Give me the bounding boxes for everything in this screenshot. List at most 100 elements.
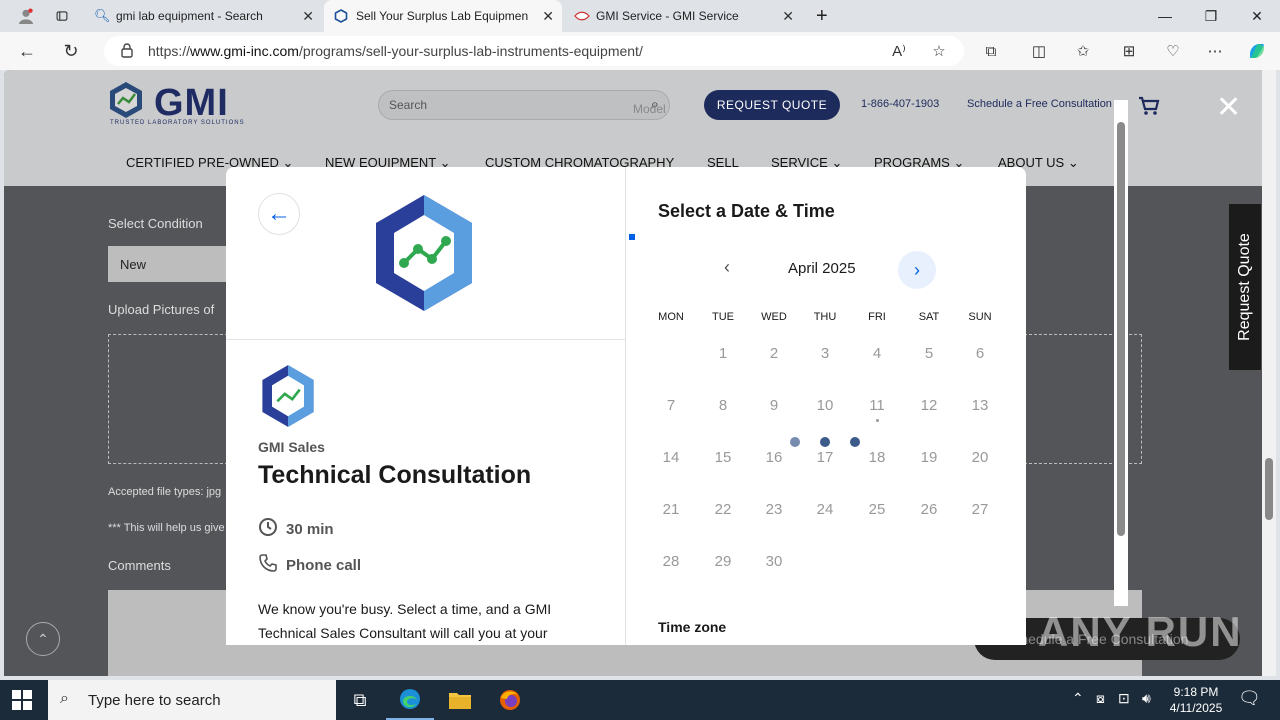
back-button[interactable]: ← — [16, 40, 38, 62]
meet-now-icon[interactable]: ⧇ — [1096, 690, 1105, 707]
month-label: April 2025 — [788, 260, 856, 277]
tab-gmi-service[interactable]: GMI Service - GMI Service ✕ — [564, 0, 802, 32]
close-modal-icon[interactable]: ✕ — [1216, 90, 1241, 125]
calendar-day[interactable]: 2 — [749, 345, 799, 362]
calendar-day[interactable]: 7 — [646, 397, 696, 414]
calendar-day[interactable]: 13 — [955, 397, 1005, 414]
calendar-day[interactable]: 17 — [800, 449, 850, 466]
performance-icon[interactable]: ♡ — [1162, 40, 1184, 62]
refresh-button[interactable]: ↻ — [60, 40, 82, 62]
upload-dropzone[interactable] — [108, 334, 228, 464]
search-placeholder: Search — [389, 98, 428, 112]
favorite-star-icon[interactable]: ☆ — [928, 40, 950, 62]
firefox-icon[interactable] — [486, 680, 534, 720]
close-tab-icon[interactable]: ✕ — [542, 8, 554, 25]
loading-dot — [850, 437, 860, 447]
calendar-day[interactable]: 12 — [904, 397, 954, 414]
close-tab-icon[interactable]: ✕ — [302, 8, 314, 25]
condition-select[interactable]: New — [108, 246, 228, 282]
gmi-hex-logo-icon — [376, 195, 472, 311]
calendar-day[interactable]: 28 — [646, 553, 696, 570]
widget-scroll-thumb[interactable] — [1117, 122, 1125, 536]
calendar-day[interactable]: 14 — [646, 449, 696, 466]
taskbar-search-box[interactable]: ⌕ Type here to search — [48, 680, 336, 720]
calendar-day[interactable]: 9 — [749, 397, 799, 414]
avatar-icon — [18, 8, 34, 24]
calendar-day[interactable]: 8 — [698, 397, 748, 414]
profile-avatar[interactable] — [8, 0, 44, 32]
calendar-day[interactable]: 1 — [698, 345, 748, 362]
side-request-quote-tab[interactable]: Request Quote — [1228, 203, 1262, 371]
schedule-consultation-link[interactable]: Schedule a Free Consultation — [967, 98, 1112, 110]
request-quote-button[interactable]: REQUEST QUOTE — [704, 90, 840, 120]
page-scroll-thumb[interactable] — [1265, 458, 1273, 520]
site-search-input[interactable]: Search ⌕ — [378, 90, 670, 120]
minimize-button[interactable]: — — [1142, 0, 1188, 32]
notification-icon[interactable]: 🗨︎ — [1238, 688, 1261, 709]
calendar-day[interactable]: 3 — [800, 345, 850, 362]
cart-icon[interactable] — [1138, 96, 1160, 121]
back-arrow-button[interactable]: ← — [258, 193, 300, 235]
calendar-day[interactable]: 21 — [646, 501, 696, 518]
weekday-header: SUN — [968, 311, 992, 323]
weekday-header: FRI — [868, 311, 886, 323]
clock[interactable]: 9:18 PM 4/11/2025 — [1166, 684, 1226, 716]
calendar-day[interactable]: 18 — [852, 449, 902, 466]
calendar-day[interactable]: 11 — [852, 397, 902, 414]
close-window-button[interactable]: ✕ — [1234, 0, 1280, 32]
volume-icon[interactable]: 🔊︎ — [1142, 690, 1151, 707]
scroll-to-top-button[interactable]: ⌃ — [26, 622, 60, 656]
tab-search[interactable]: 🔍︎ gmi lab equipment - Search ✕ — [84, 0, 322, 32]
phone-link[interactable]: 1-866-407-1903 — [861, 98, 939, 110]
collections-icon[interactable]: ⊞ — [1118, 40, 1140, 62]
calendar-day[interactable]: 22 — [698, 501, 748, 518]
logo-tagline: TRUSTED LABORATORY SOLUTIONS — [110, 120, 245, 126]
show-hidden-icons-icon[interactable]: ⌃ — [1072, 690, 1084, 707]
extensions-icon[interactable]: ⧉ — [980, 40, 1002, 62]
close-tab-icon[interactable]: ✕ — [782, 8, 794, 25]
page-scrollbar[interactable] — [1262, 70, 1276, 676]
calendar-day[interactable]: 15 — [698, 449, 748, 466]
focus-marker — [629, 234, 635, 240]
split-screen-icon[interactable]: ◫ — [1028, 40, 1050, 62]
more-menu-icon[interactable]: ⋯ — [1204, 40, 1226, 62]
previous-month-icon[interactable]: ‹ — [724, 257, 730, 278]
calendar-day[interactable]: 19 — [904, 449, 954, 466]
shield-icon — [334, 9, 348, 23]
favorites-icon[interactable]: ✩ — [1072, 40, 1094, 62]
new-tab-button[interactable]: + — [806, 0, 834, 32]
calendar-day[interactable]: 20 — [955, 449, 1005, 466]
calendar-day[interactable]: 6 — [955, 345, 1005, 362]
weekday-header: TUE — [712, 311, 734, 323]
network-icon[interactable]: ⊡ — [1118, 690, 1130, 707]
duration-row: 30 min — [258, 517, 334, 542]
calendar-day[interactable]: 5 — [904, 345, 954, 362]
tab-actions-icon[interactable] — [46, 0, 78, 32]
upload-pictures-label: Upload Pictures of — [108, 302, 215, 317]
calendar-day[interactable]: 27 — [955, 501, 1005, 518]
task-view-icon[interactable]: ⧉ — [336, 680, 384, 720]
url-field[interactable]: https://www.gmi-inc.com/programs/sell-yo… — [104, 36, 964, 66]
calendar-day[interactable]: 25 — [852, 501, 902, 518]
phone-icon — [258, 553, 280, 578]
restore-button[interactable]: ❐ — [1188, 0, 1234, 32]
widget-scrollbar[interactable] — [1114, 100, 1128, 606]
tab-sell-surplus[interactable]: Sell Your Surplus Lab Equipment ✕ — [324, 0, 562, 32]
calendar-day[interactable]: 23 — [749, 501, 799, 518]
calendar-day[interactable]: 29 — [698, 553, 748, 570]
read-aloud-icon[interactable]: A⁾ — [888, 40, 910, 62]
calendar-day[interactable]: 26 — [904, 501, 954, 518]
edge-icon[interactable] — [386, 680, 434, 720]
calendar-day[interactable]: 24 — [800, 501, 850, 518]
scheduling-widget: ← GMI Sales Technical Consultation 30 mi… — [226, 167, 1026, 645]
loading-dot — [790, 437, 800, 447]
lock-icon[interactable] — [120, 42, 134, 61]
calendar-day[interactable]: 10 — [800, 397, 850, 414]
copilot-icon[interactable] — [1246, 40, 1268, 62]
calendar-day[interactable]: 4 — [852, 345, 902, 362]
calendar-day[interactable]: 16 — [749, 449, 799, 466]
windows-start-icon[interactable] — [12, 690, 32, 710]
file-explorer-icon[interactable] — [436, 680, 484, 720]
next-month-button[interactable]: › — [898, 251, 936, 289]
calendar-day[interactable]: 30 — [749, 553, 799, 570]
